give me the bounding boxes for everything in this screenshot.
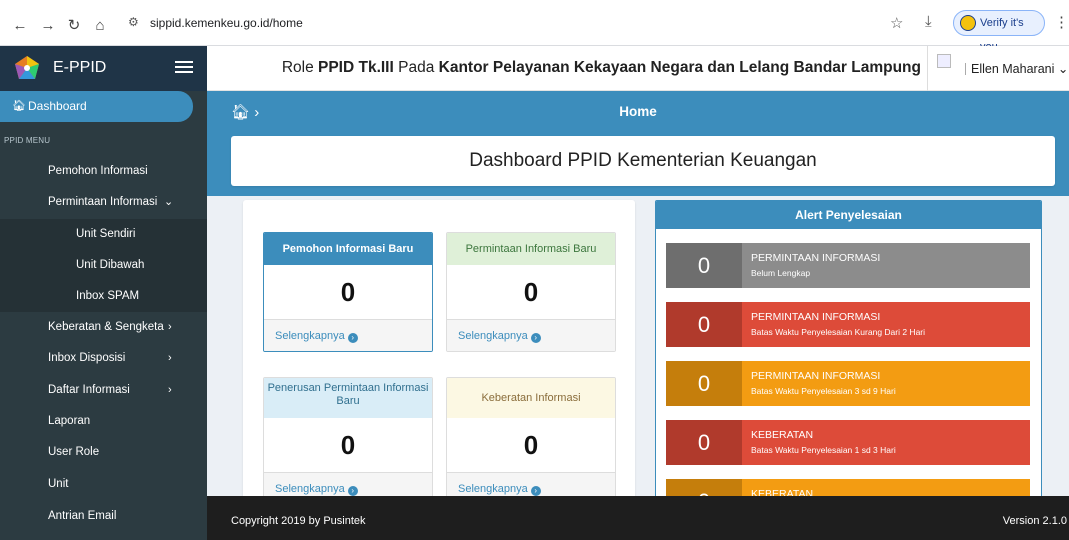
arrow-circle-right-icon: › bbox=[530, 333, 541, 343]
card-pemohon-informasi-baru: Pemohon Informasi Baru 0 Selengkapnya › bbox=[263, 232, 433, 352]
alert-row[interactable]: 0 PERMINTAAN INFORMASI Batas Waktu Penye… bbox=[666, 361, 1030, 406]
back-icon[interactable]: ← bbox=[10, 16, 30, 36]
bookmark-star-icon[interactable]: ☆ bbox=[890, 14, 903, 32]
card-title: Pemohon Informasi Baru bbox=[264, 233, 432, 265]
dashboard-title-box: Dashboard PPID Kementerian Keuangan bbox=[231, 136, 1055, 186]
breadcrumb-title: Home bbox=[619, 104, 657, 119]
footer-copyright: Copyright 2019 by Pusintek bbox=[231, 515, 366, 527]
sidebar-item-permintaan-informasi[interactable]: Permintaan Informasi ⌄ bbox=[0, 187, 207, 218]
sidebar-item-user-role[interactable]: User Role bbox=[0, 437, 207, 468]
card-more-link[interactable]: Selengkapnya › bbox=[264, 319, 432, 351]
app-logo-text[interactable]: E-PPID bbox=[53, 59, 106, 77]
card-title: Permintaan Informasi Baru bbox=[447, 233, 615, 265]
alert-count: 0 bbox=[666, 361, 742, 406]
alert-panel: Alert Penyelesaian 0 PERMINTAAN INFORMAS… bbox=[655, 200, 1042, 500]
card-value: 0 bbox=[523, 430, 539, 460]
top-navbar: Role PPID Tk.III Pada Kantor Pelayanan K… bbox=[207, 46, 1069, 91]
chevron-right-icon: › bbox=[168, 321, 172, 333]
card-permintaan-informasi-baru: Permintaan Informasi Baru 0 Selengkapnya… bbox=[446, 232, 616, 352]
sidebar-item-daftar-informasi[interactable]: Daftar Informasi › bbox=[0, 375, 207, 406]
chevron-down-icon: ⌄ bbox=[164, 196, 174, 208]
chevron-right-icon: › bbox=[168, 384, 172, 396]
arrow-circle-right-icon: › bbox=[347, 486, 358, 496]
card-value: 0 bbox=[340, 277, 356, 307]
reload-icon[interactable]: ↻ bbox=[64, 16, 84, 36]
page-title: Dashboard PPID Kementerian Keuangan bbox=[469, 150, 817, 171]
alert-row[interactable]: 0 PERMINTAAN INFORMASI Batas Waktu Penye… bbox=[666, 302, 1030, 347]
browser-toolbar: ← → ↻ ⌂ ⚙ sippid.kemenkeu.go.id/home ☆ ⤓… bbox=[0, 0, 1069, 53]
verify-identity-button[interactable]: Verify it's you bbox=[953, 10, 1045, 53]
home-icon: 🏠︎ bbox=[12, 100, 26, 112]
eppid-logo-icon bbox=[15, 56, 39, 79]
divider bbox=[965, 63, 966, 75]
card-value: 0 bbox=[340, 430, 356, 460]
sidebar-item-pemohon-informasi[interactable]: Pemohon Informasi bbox=[0, 156, 207, 187]
browser-menu-icon[interactable]: ⋮ bbox=[1054, 13, 1069, 31]
alert-desc: Belum Lengkap bbox=[751, 268, 811, 278]
alert-title: PERMINTAAN INFORMASI bbox=[751, 311, 881, 323]
sidebar-item-dashboard[interactable]: 🏠︎ Dashboard bbox=[0, 91, 193, 122]
sidebar-item-antrian-email[interactable]: Antrian Email bbox=[0, 501, 207, 532]
alert-title: PERMINTAAN INFORMASI bbox=[751, 252, 881, 264]
arrow-circle-right-icon: › bbox=[347, 333, 358, 343]
sidebar-item-unit-dibawah[interactable]: Unit Dibawah bbox=[0, 250, 207, 281]
alert-count: 0 bbox=[666, 302, 742, 347]
alert-desc: Batas Waktu Penyelesaian Kurang Dari 2 H… bbox=[751, 327, 926, 337]
footer: Copyright 2019 by Pusintek Version 2.1.0 bbox=[207, 496, 1069, 540]
alert-count: 0 bbox=[666, 420, 742, 465]
summary-panel: Pemohon Informasi Baru 0 Selengkapnya › P… bbox=[243, 200, 635, 505]
divider bbox=[927, 46, 928, 91]
chevron-down-icon: ⌄ bbox=[1057, 62, 1069, 76]
role-info: Role PPID Tk.III Pada Kantor Pelayanan K… bbox=[281, 59, 921, 76]
profile-warning-icon bbox=[960, 15, 976, 31]
alert-row[interactable]: 0 KEBERATAN Batas Waktu Penyelesaian 1 s… bbox=[666, 420, 1030, 465]
footer-version: Version 2.1.0 bbox=[1002, 515, 1067, 527]
sidebar-section-header: PPID MENU bbox=[4, 136, 51, 145]
address-bar[interactable]: ⚙ sippid.kemenkeu.go.id/home bbox=[120, 11, 900, 37]
card-title: Keberatan Informasi bbox=[447, 378, 615, 418]
alert-title: KEBERATAN bbox=[751, 429, 814, 441]
alert-desc: Batas Waktu Penyelesaian 3 sd 9 Hari bbox=[751, 386, 896, 396]
user-menu[interactable]: Ellen Maharani ⌄ bbox=[971, 61, 1068, 76]
site-info-icon[interactable]: ⚙ bbox=[128, 15, 139, 29]
alert-row[interactable]: 0 PERMINTAAN INFORMASI Belum Lengkap bbox=[666, 243, 1030, 288]
sidebar-item-unit[interactable]: Unit bbox=[0, 469, 207, 500]
alert-desc: Batas Waktu Penyelesaian 1 sd 3 Hari bbox=[751, 445, 896, 455]
arrow-circle-right-icon: › bbox=[530, 486, 541, 496]
sidebar-toggle-icon[interactable] bbox=[175, 58, 193, 74]
card-value: 0 bbox=[523, 277, 539, 307]
url-text[interactable]: sippid.kemenkeu.go.id/home bbox=[150, 16, 303, 30]
alert-panel-title: Alert Penyelesaian bbox=[656, 201, 1041, 229]
alert-title: PERMINTAAN INFORMASI bbox=[751, 370, 881, 382]
sidebar-item-inbox-spam[interactable]: Inbox SPAM bbox=[0, 281, 207, 312]
download-icon[interactable]: ⤓ bbox=[925, 13, 932, 30]
sidebar-item-inbox-disposisi[interactable]: Inbox Disposisi › bbox=[0, 343, 207, 374]
user-avatar[interactable] bbox=[937, 54, 951, 68]
sidebar-item-unit-sendiri[interactable]: Unit Sendiri bbox=[0, 219, 207, 250]
card-more-link[interactable]: Selengkapnya › bbox=[447, 319, 615, 351]
sidebar: 🏠︎ Dashboard PPID MENU Pemohon Informasi… bbox=[0, 91, 207, 540]
card-title: Penerusan Permintaan Informasi Baru bbox=[264, 378, 432, 418]
home-icon[interactable]: ⌂ bbox=[90, 16, 110, 36]
sidebar-item-keberatan-sengketa[interactable]: Keberatan & Sengketa › bbox=[0, 312, 207, 343]
logo-bar: E-PPID bbox=[0, 46, 207, 91]
alert-count: 0 bbox=[666, 243, 742, 288]
sidebar-item-laporan[interactable]: Laporan bbox=[0, 406, 207, 437]
card-keberatan-informasi: Keberatan Informasi 0 Selengkapnya › bbox=[446, 377, 616, 505]
card-penerusan-permintaan: Penerusan Permintaan Informasi Baru 0 Se… bbox=[263, 377, 433, 505]
forward-icon[interactable]: → bbox=[38, 16, 58, 36]
chevron-right-icon: › bbox=[168, 352, 172, 364]
